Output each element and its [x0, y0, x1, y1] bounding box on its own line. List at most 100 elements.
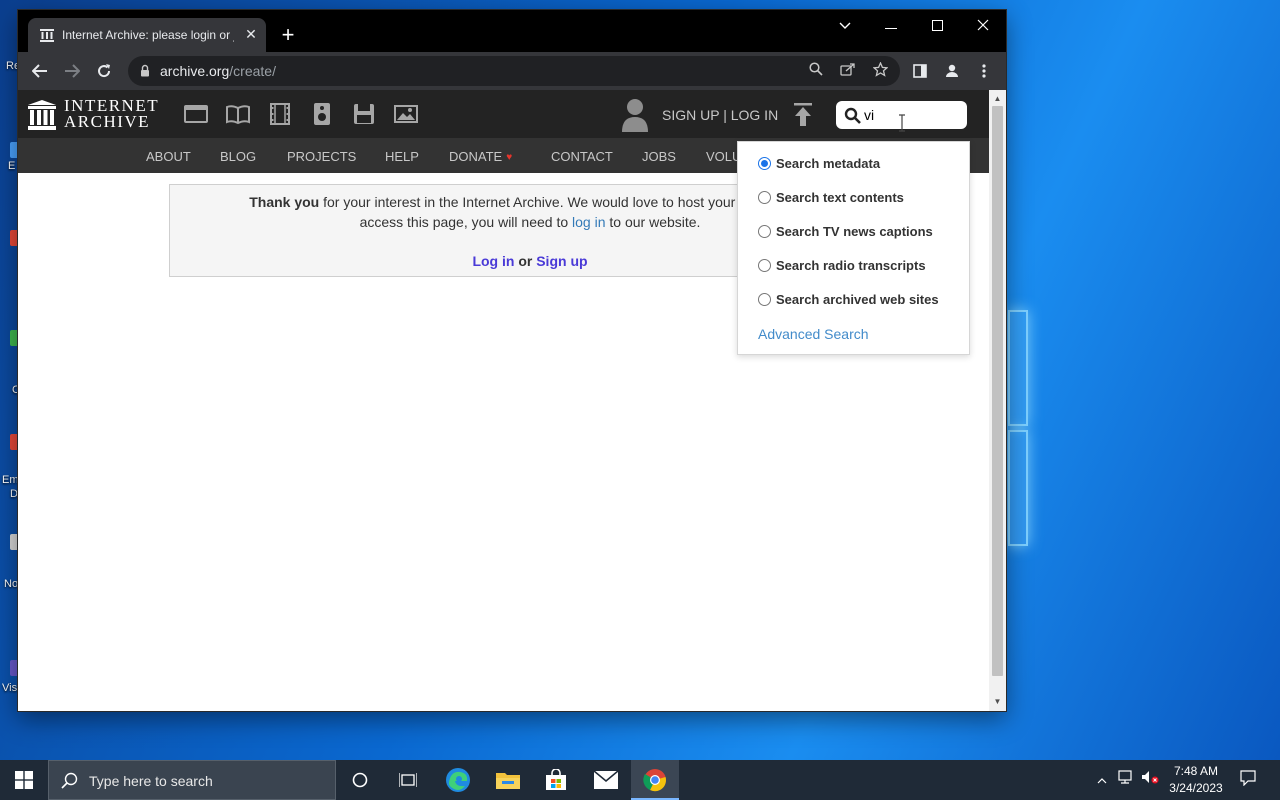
windows-taskbar: Type here to search 7:48 AM 3/24/2023 [0, 760, 1280, 800]
text-cursor-ibeam-icon [899, 114, 905, 132]
video-film-icon[interactable] [267, 102, 293, 126]
nav-item-donate[interactable]: DONATE ♥ [449, 149, 512, 164]
browser-toolbar: archive.org/create/ [18, 52, 1006, 90]
taskbar-clock[interactable]: 7:48 AM 3/24/2023 [1164, 763, 1228, 797]
maximize-button[interactable] [914, 10, 960, 42]
nav-item-contact[interactable]: CONTACT [551, 149, 613, 164]
show-hidden-icons-chevron-icon[interactable] [1094, 770, 1110, 790]
images-icon[interactable] [393, 102, 419, 126]
new-tab-button[interactable]: + [276, 24, 300, 48]
browser-tab[interactable]: Internet Archive: please login or j ✕ [28, 18, 266, 52]
advanced-search-link[interactable]: Advanced Search [758, 326, 869, 342]
tab-search-chevron-icon[interactable] [822, 10, 868, 42]
clock-date: 3/24/2023 [1169, 781, 1223, 795]
side-panel-icon[interactable] [908, 60, 932, 82]
windows-logo-glow [1008, 310, 1028, 546]
nav-item-help[interactable]: HELP [385, 149, 419, 164]
close-window-button[interactable] [960, 10, 1006, 42]
address-bar[interactable]: archive.org/create/ [128, 56, 900, 86]
tab-close-icon[interactable]: ✕ [242, 25, 260, 43]
web-archive-icon[interactable] [183, 102, 209, 126]
forward-arrow-icon[interactable] [60, 60, 84, 82]
task-view-icon [399, 773, 417, 787]
search-option-archived-web-sites[interactable]: Search archived web sites [758, 291, 968, 309]
nav-item-jobs[interactable]: JOBS [642, 149, 676, 164]
internet-archive-logo[interactable]: INTERNET ARCHIVE [28, 97, 168, 130]
audio-speaker-icon[interactable] [309, 102, 335, 126]
taskbar-edge[interactable] [434, 760, 482, 800]
search-icon [61, 772, 78, 789]
nav-item-about[interactable]: ABOUT [146, 149, 191, 164]
url-text: archive.org/create/ [160, 63, 276, 79]
desktop-icon-app-5[interactable]: No [0, 534, 20, 590]
desktop-icon-label: Vis [2, 682, 18, 694]
signup-link[interactable]: Sign up [536, 253, 587, 269]
signup-login-link[interactable]: SIGN UP | LOG IN [662, 107, 778, 123]
nav-item-projects[interactable]: PROJECTS [287, 149, 356, 164]
scrollbar-thumb[interactable] [992, 106, 1003, 676]
taskbar-search-placeholder: Type here to search [89, 773, 213, 789]
desktop-icon-label: No [4, 578, 19, 590]
notifications-icon[interactable] [1238, 770, 1258, 790]
tab-title: Internet Archive: please login or j [62, 28, 234, 42]
taskbar-chrome[interactable] [631, 760, 679, 800]
search-option-radio-transcripts[interactable]: Search radio transcripts [758, 257, 968, 275]
software-floppy-icon[interactable] [351, 102, 377, 126]
store-bag-icon [546, 769, 566, 790]
cortana-circle-icon [352, 772, 368, 788]
login-link[interactable]: Log in [472, 253, 514, 269]
desktop-icon-label: E [8, 160, 16, 172]
scroll-up-arrow-icon[interactable]: ▲ [993, 94, 1002, 103]
taskbar-mail[interactable] [582, 760, 630, 800]
desktop-icon-app-1[interactable]: E [0, 142, 20, 174]
radio-button[interactable] [758, 259, 771, 272]
desktop-icon-recycle-bin[interactable]: Re [0, 48, 20, 80]
inline-login-link[interactable]: log in [572, 214, 605, 230]
search-input[interactable] [864, 105, 960, 125]
radio-selected[interactable] [758, 157, 771, 170]
upload-icon[interactable] [792, 103, 814, 127]
search-icon [844, 107, 861, 124]
task-view-button[interactable] [384, 760, 432, 800]
desktop-icon-app-3[interactable]: C [0, 330, 20, 396]
browser-window: Internet Archive: please login or j ✕ + [18, 10, 1006, 711]
profile-icon[interactable] [940, 60, 964, 82]
archive-temple-icon [28, 100, 56, 130]
desktop-icon-app-4[interactable]: Em D [0, 434, 20, 500]
search-option-tv-captions[interactable]: Search TV news captions [758, 223, 968, 241]
taskbar-file-explorer[interactable] [484, 760, 532, 800]
desktop-icon-app-2[interactable] [0, 230, 20, 262]
page-scrollbar[interactable]: ▲ ▼ [989, 90, 1006, 711]
taskbar-search-box[interactable]: Type here to search [48, 760, 336, 800]
search-options-dropdown: Search metadata Search text contents Sea… [737, 141, 970, 355]
user-avatar-icon[interactable] [620, 98, 650, 132]
back-arrow-icon[interactable] [28, 60, 52, 82]
radio-button[interactable] [758, 225, 771, 238]
network-icon[interactable] [1116, 770, 1136, 790]
reload-icon[interactable] [92, 60, 116, 82]
bookmark-star-icon[interactable] [870, 61, 890, 80]
nav-item-blog[interactable]: BLOG [220, 149, 256, 164]
radio-button[interactable] [758, 191, 771, 204]
taskbar-store[interactable] [532, 760, 580, 800]
archive-favicon-icon [40, 29, 54, 42]
heart-icon: ♥ [506, 152, 513, 163]
desktop-icon-label: Em [2, 474, 19, 486]
minimize-button[interactable] [868, 10, 914, 42]
texts-book-icon[interactable] [225, 102, 251, 126]
cortana-button[interactable] [336, 760, 384, 800]
scroll-down-arrow-icon[interactable]: ▼ [993, 697, 1002, 706]
windows-start-icon [15, 771, 33, 789]
kebab-menu-icon[interactable] [972, 60, 996, 82]
search-option-text-contents[interactable]: Search text contents [758, 189, 968, 207]
radio-button[interactable] [758, 293, 771, 306]
desktop-icon-app-6[interactable]: Vis [0, 660, 20, 694]
chrome-browser-icon [643, 769, 666, 792]
lock-icon[interactable] [140, 64, 150, 77]
volume-muted-icon[interactable] [1140, 770, 1160, 790]
page-viewport: INTERNET ARCHIVE SIGN UP | LOG IN vi ABO… [18, 90, 1006, 711]
zoom-search-icon[interactable] [806, 62, 826, 80]
start-button[interactable] [0, 760, 48, 800]
share-icon[interactable] [838, 62, 858, 80]
search-option-metadata[interactable]: Search metadata [758, 155, 968, 173]
